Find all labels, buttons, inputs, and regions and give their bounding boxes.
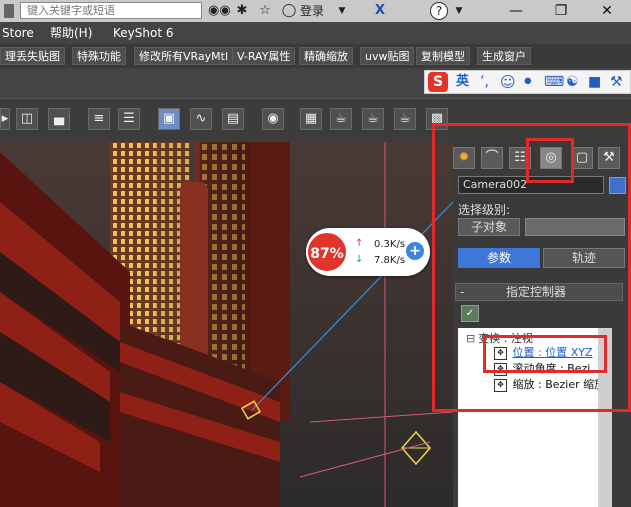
trajectories-button[interactable]: 轨迹 (543, 248, 625, 268)
render-teapot-icon[interactable]: ☕ (362, 108, 384, 130)
dropdown-arrow-icon[interactable]: ▼ (335, 2, 349, 20)
login-link[interactable]: 登录 (300, 2, 324, 20)
nav-arrow-icon[interactable] (4, 4, 14, 18)
render-iterative-icon[interactable]: ▩ (426, 108, 448, 130)
align-icon[interactable]: ▄ (48, 108, 70, 130)
menu-help[interactable]: 帮助(H) (50, 22, 92, 44)
modify-tab-icon[interactable]: ⌒ (481, 147, 503, 169)
plugin-copy-model-button[interactable]: 复制模型 (416, 47, 470, 65)
utilities-tab-icon[interactable]: ⚒ (598, 147, 620, 169)
controller-icon: ✥ (494, 378, 507, 392)
material-editor-icon[interactable]: ◉ (262, 108, 284, 130)
sub-object-dropdown[interactable] (525, 218, 625, 236)
hierarchy-tab-icon[interactable]: ☷ (509, 147, 531, 169)
selection-level-label: 选择级别: (458, 203, 511, 217)
smiley-icon[interactable]: ☺ (500, 72, 516, 92)
tree-item-label: 滚动角度 : Bezi (512, 362, 591, 375)
menu-store[interactable]: Store (2, 22, 34, 44)
upload-speed: 0.3K/s (374, 239, 406, 250)
sub-object-button[interactable]: 子对象 (458, 218, 520, 236)
controller-icon: ✥ (494, 346, 507, 360)
controller-icon: ✥ (494, 362, 507, 376)
memory-percent-badge[interactable]: 87% (306, 231, 348, 273)
mirror-icon[interactable]: ◫ (16, 108, 38, 130)
tree-collapse-icon[interactable]: ⊟ (466, 332, 475, 345)
curve-editor-icon[interactable]: ∿ (190, 108, 212, 130)
object-name-field[interactable]: Camera002 (458, 176, 604, 194)
plugin-gen-window-button[interactable]: 生成窗户 (477, 47, 531, 65)
download-arrow-icon: ↓ (355, 254, 364, 265)
parameters-button[interactable]: 参数 (458, 248, 540, 268)
plugin-uvw-button[interactable]: uvw贴图 (360, 47, 415, 65)
tree-item-label: 位置 : 位置 XYZ (512, 346, 593, 359)
search-input[interactable] (20, 2, 202, 19)
keyboard-icon[interactable]: ⌨ (544, 72, 564, 92)
scene-explorer-icon[interactable]: ▣ (158, 108, 180, 130)
plugin-precise-scale-button[interactable]: 精确缩放 (299, 47, 353, 65)
menu-keyshot[interactable]: KeyShot 6 (113, 22, 173, 44)
select-icon[interactable]: ▸ (0, 108, 10, 130)
binoculars-icon[interactable]: ◉◉ (208, 2, 231, 20)
sogou-s-icon[interactable]: S (428, 72, 448, 92)
create-tab-icon[interactable]: ✹ (453, 147, 475, 169)
comma-icon[interactable]: ’, (480, 72, 489, 92)
user-icon[interactable]: ◯ (281, 2, 297, 20)
controller-tree[interactable]: ⊟ 变换 : 注视 ✥ 位置 : 位置 XYZ ✥ 滚动角度 : Bezi ✥ 缩… (458, 328, 605, 507)
assign-controller-rollout[interactable]: - 指定控制器 (455, 283, 623, 301)
download-speed: 7.8K/s (374, 255, 406, 266)
assign-controller-icon[interactable]: ✓ (461, 305, 479, 322)
pin-icon[interactable]: ✱ (233, 2, 251, 20)
layers-icon[interactable]: ☰ (118, 108, 140, 130)
rollout-title: 指定控制器 (506, 285, 567, 299)
tree-item-scale[interactable]: ✥ 缩放 : Bezier 缩放 (494, 376, 605, 392)
help-icon[interactable]: ? (430, 2, 448, 20)
plus-icon[interactable]: + (406, 242, 424, 260)
close-button[interactable]: ✕ (585, 0, 629, 22)
x-icon[interactable]: X (370, 2, 390, 20)
share-icon[interactable]: ☯ (566, 72, 579, 92)
display-tab-icon[interactable]: ▢ (571, 147, 593, 169)
tree-scrollbar[interactable] (598, 328, 612, 507)
render-setup-icon[interactable]: ▦ (300, 108, 322, 130)
render-frame-icon[interactable]: ☕ (330, 108, 352, 130)
ime-language-toggle[interactable]: 英 (456, 72, 469, 92)
help-dropdown-arrow-icon[interactable]: ▼ (453, 2, 465, 20)
maximize-button[interactable]: ❐ (539, 0, 583, 22)
upload-arrow-icon: ↑ (355, 238, 364, 249)
tree-item-position[interactable]: ✥ 位置 : 位置 XYZ (494, 344, 593, 360)
tree-item-roll[interactable]: ✥ 滚动角度 : Bezi (494, 360, 590, 376)
minimize-button[interactable]: — (494, 0, 538, 22)
wrench-icon[interactable]: ⚒ (610, 72, 623, 92)
shirt-icon[interactable]: ■ (588, 72, 601, 92)
menu-bar (0, 22, 631, 44)
schematic-view-icon[interactable]: ▤ (222, 108, 244, 130)
viewport[interactable] (0, 142, 453, 507)
star-icon[interactable]: ☆ (256, 2, 274, 20)
render-active-icon[interactable]: ☕ (394, 108, 416, 130)
plugin-special-button[interactable]: 特殊功能 (72, 47, 126, 65)
tree-item-label: 缩放 : Bezier 缩放 (512, 378, 606, 391)
mic-icon[interactable]: ⚫ (522, 72, 534, 92)
plugin-vraymtl-button[interactable]: 修改所有VRayMtl (134, 47, 234, 65)
plugin-vray-props-button[interactable]: V-RAY属性 (232, 47, 296, 65)
motion-tab-icon[interactable]: ◎ (540, 147, 562, 169)
rollout-toggle[interactable]: - (460, 284, 464, 300)
scene-render (0, 142, 453, 507)
object-color-swatch[interactable] (609, 177, 626, 194)
plugin-fix-missing-maps-button[interactable]: 理丢失贴图 (0, 47, 65, 65)
layer-list-icon[interactable]: ≡ (88, 108, 110, 130)
